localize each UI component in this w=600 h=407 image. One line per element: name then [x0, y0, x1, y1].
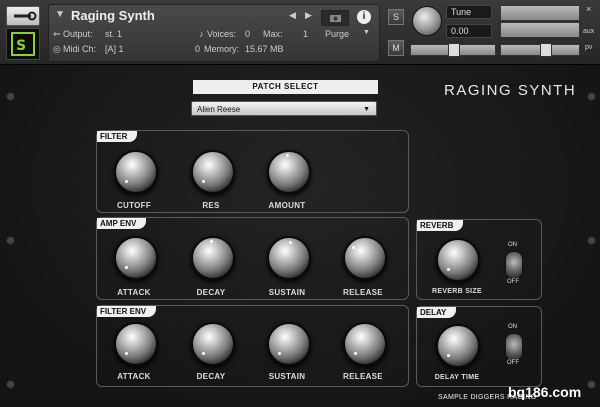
instrument-info-panel: ▼ Raging Synth ◀ ▶ i ⇐ Output: st. 1 ♪ V…	[48, 4, 380, 62]
svg-text:S: S	[16, 38, 26, 54]
camera-icon	[330, 15, 341, 22]
delay-time-knob[interactable]	[436, 324, 480, 368]
wrench-settings-button[interactable]	[6, 6, 40, 26]
mute-button[interactable]: M	[388, 40, 404, 56]
amp-decay-knob[interactable]	[191, 236, 235, 280]
snapshot-button[interactable]	[321, 10, 349, 26]
voices-label: Voices:	[207, 29, 237, 39]
filter-release-label: RELEASE	[343, 372, 383, 381]
voices-value: 0	[245, 29, 251, 39]
midi-value[interactable]: [A] 1	[105, 44, 124, 54]
output-label: Output:	[63, 29, 93, 39]
reverb-label: REVERB	[417, 220, 464, 231]
tune-label: Tune	[446, 5, 492, 19]
patch-value: Alien Reese	[197, 105, 241, 114]
patch-select-label: PATCH SELECT	[193, 80, 378, 94]
amount-label: AMOUNT	[268, 201, 306, 210]
screw-icon	[587, 92, 596, 101]
purge-label[interactable]: Purge	[325, 29, 349, 39]
delay-time-label: DELAY TIME	[434, 374, 480, 381]
screw-icon	[587, 236, 596, 245]
filter-env-label: FILTER ENV	[97, 306, 157, 317]
filter-label: FILTER	[97, 131, 138, 142]
purge-dropdown-icon[interactable]: ▼	[363, 29, 370, 36]
max-label: Max:	[263, 29, 283, 39]
filter-attack-knob[interactable]	[114, 322, 158, 366]
level-meter-right	[500, 22, 580, 38]
amp-attack-label: ATTACK	[117, 288, 151, 297]
volume-slider-handle[interactable]	[540, 43, 552, 57]
pv-label[interactable]: pv	[585, 44, 592, 51]
amount-knob[interactable]	[267, 150, 311, 194]
pan-slider-handle[interactable]	[448, 43, 460, 57]
instrument-title: RAGING SYNTH	[444, 82, 577, 99]
output-icon: ⇐	[53, 29, 61, 39]
amp-release-label: RELEASE	[343, 288, 383, 297]
delay-off-label: OFF	[507, 360, 519, 366]
amp-sustain-knob[interactable]	[267, 236, 311, 280]
midi-icon: ◎	[53, 44, 61, 54]
amp-sustain-label: SUSTAIN	[268, 288, 306, 297]
res-knob[interactable]	[191, 150, 235, 194]
info-icon[interactable]: i	[357, 10, 371, 24]
cutoff-label: CUTOFF	[116, 201, 152, 210]
memory-prefix: 0	[195, 44, 201, 54]
screw-icon	[6, 92, 15, 101]
level-meter-left	[500, 5, 580, 21]
cutoff-knob[interactable]	[114, 150, 158, 194]
amp-decay-label: DECAY	[196, 288, 226, 297]
reverb-size-label: REVERB SIZE	[432, 288, 482, 295]
filter-release-knob[interactable]	[343, 322, 387, 366]
res-label: RES	[202, 201, 220, 210]
amp-attack-knob[interactable]	[114, 236, 158, 280]
reverb-on-label: ON	[508, 242, 517, 248]
filter-decay-knob[interactable]	[191, 322, 235, 366]
filter-decay-label: DECAY	[196, 372, 226, 381]
instrument-header: S ▼ Raging Synth ◀ ▶ i ⇐ Output: st. 1 ♪…	[0, 0, 600, 65]
collapse-arrow-icon[interactable]: ▼	[55, 9, 65, 20]
delay-label: DELAY	[417, 307, 457, 318]
screw-icon	[6, 380, 15, 389]
patch-dropdown[interactable]: Alien Reese ▼	[191, 101, 377, 116]
filter-attack-label: ATTACK	[117, 372, 151, 381]
next-instrument-icon[interactable]: ▶	[305, 10, 312, 21]
watermark-text: bq186.com	[508, 384, 582, 400]
logo-icon: S	[11, 32, 35, 56]
sample-diggers-logo: S	[6, 28, 40, 60]
solo-button[interactable]: S	[388, 9, 404, 25]
max-value[interactable]: 1	[303, 29, 308, 39]
tune-value[interactable]: 0.00	[446, 24, 492, 38]
prev-instrument-icon[interactable]: ◀	[289, 10, 296, 21]
reverb-off-label: OFF	[507, 279, 519, 285]
reverb-toggle[interactable]	[505, 251, 523, 279]
voices-icon: ♪	[199, 29, 204, 39]
delay-toggle[interactable]	[505, 333, 523, 361]
filter-sustain-knob[interactable]	[267, 322, 311, 366]
memory-label: Memory:	[204, 44, 240, 54]
memory-value: 15.67 MB	[245, 44, 284, 54]
dropdown-arrow-icon: ▼	[363, 106, 370, 113]
amp-env-label: AMP ENV	[97, 218, 147, 229]
delay-on-label: ON	[508, 324, 517, 330]
reverb-size-knob[interactable]	[436, 238, 480, 282]
screw-icon	[6, 236, 15, 245]
output-value[interactable]: st. 1	[105, 29, 122, 39]
aux-label[interactable]: aux	[583, 28, 594, 35]
screw-icon	[587, 380, 596, 389]
tune-knob[interactable]	[412, 6, 442, 36]
filter-sustain-label: SUSTAIN	[268, 372, 306, 381]
close-icon[interactable]: ×	[586, 4, 591, 14]
midi-label: Midi Ch:	[63, 44, 97, 54]
instrument-name[interactable]: Raging Synth	[71, 8, 155, 23]
wrench-icon	[14, 11, 37, 21]
amp-release-knob[interactable]	[343, 236, 387, 280]
